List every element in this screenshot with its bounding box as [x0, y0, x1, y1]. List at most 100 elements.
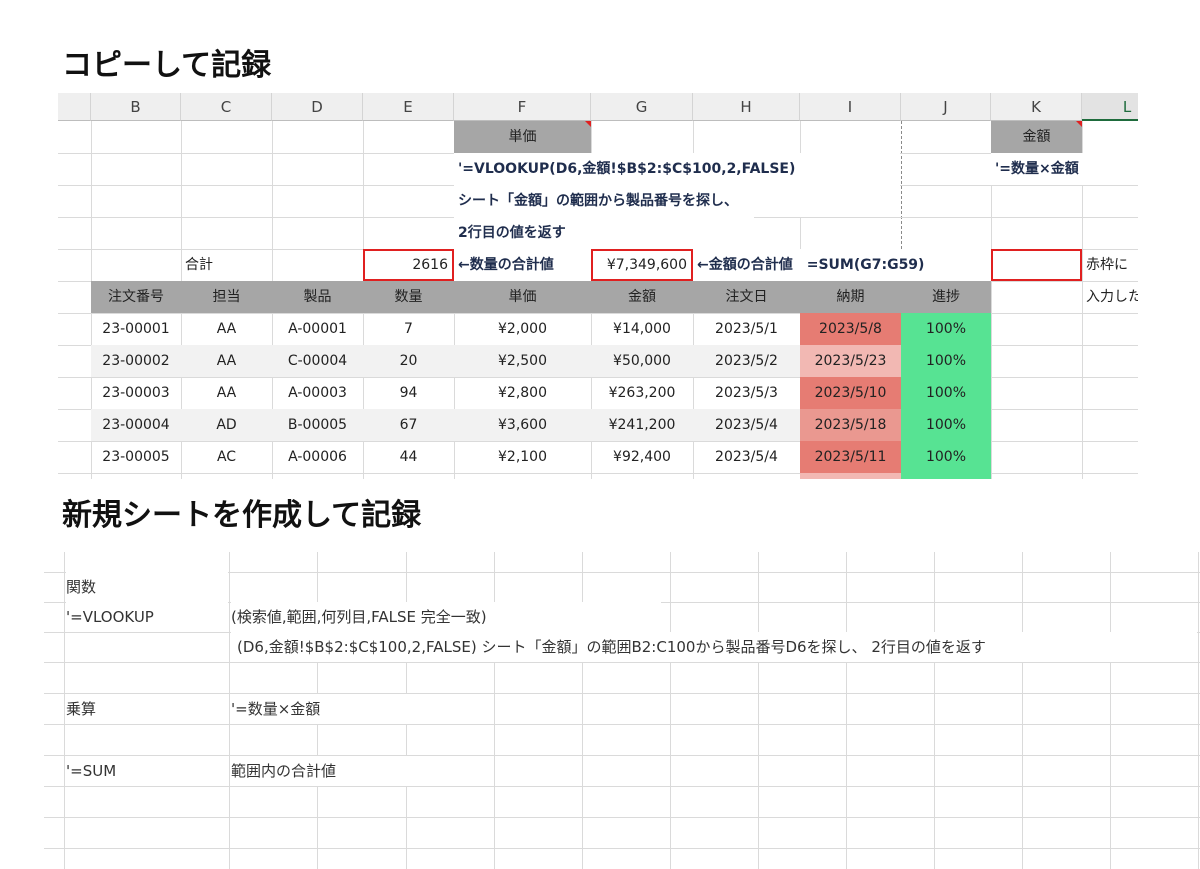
progress-cell[interactable]: 100% — [901, 345, 991, 377]
table-cell[interactable]: ¥2,100 — [454, 441, 591, 473]
gridline — [44, 724, 1200, 725]
table-cell[interactable]: 23-00001 — [91, 313, 181, 345]
gridline — [1110, 552, 1111, 869]
table-cell[interactable]: ¥2,000 — [454, 313, 591, 345]
table-cell[interactable]: 2023/5/2 — [693, 345, 800, 377]
cell-qty-note[interactable]: ←数量の合計値 — [454, 249, 591, 281]
cell-explain-line2[interactable]: 2行目の値を返す — [454, 217, 754, 249]
table-cell[interactable]: ¥50,000 — [591, 345, 693, 377]
th-amount[interactable]: 金額 — [591, 281, 693, 313]
table-cell[interactable]: AD — [181, 409, 272, 441]
th-order-date[interactable]: 注文日 — [693, 281, 800, 313]
col-header-g[interactable]: G — [591, 93, 693, 121]
cell-multiply-label[interactable]: 乗算 — [66, 694, 228, 724]
progress-cell-partial — [901, 473, 991, 479]
table-cell[interactable]: 2023/5/3 — [693, 377, 800, 409]
cell-vlookup-name[interactable]: '=VLOOKUP — [66, 602, 228, 632]
table-cell[interactable]: ¥241,200 — [591, 409, 693, 441]
table-cell[interactable]: 23-00003 — [91, 377, 181, 409]
th-unit-price[interactable]: 単価 — [454, 281, 591, 313]
table-cell[interactable]: AA — [181, 345, 272, 377]
progress-cell[interactable]: 100% — [901, 441, 991, 473]
table-cell[interactable]: ¥3,600 — [454, 409, 591, 441]
col-header-b[interactable]: B — [91, 93, 181, 121]
table-cell[interactable]: 67 — [363, 409, 454, 441]
table-cell[interactable]: 2023/5/4 — [693, 441, 800, 473]
table-cell[interactable]: ¥92,400 — [591, 441, 693, 473]
table-cell[interactable]: C-00004 — [272, 345, 363, 377]
progress-cell[interactable]: 100% — [901, 377, 991, 409]
col-header-h[interactable]: H — [693, 93, 800, 121]
col-header-j[interactable]: J — [901, 93, 991, 121]
heading-copy-record: コピーして記録 — [62, 48, 272, 83]
cell-qty-total[interactable]: 2616 — [363, 249, 454, 281]
cell-empty-red-frame[interactable] — [991, 249, 1082, 281]
table-cell[interactable]: 23-00005 — [91, 441, 181, 473]
table-cell[interactable]: 2023/5/4 — [693, 409, 800, 441]
cell-sum-desc[interactable]: 範囲内の合計値 — [231, 756, 491, 786]
table-cell[interactable]: 7 — [363, 313, 454, 345]
table-cell[interactable]: AA — [181, 377, 272, 409]
cell-multiply-formula[interactable]: '=数量×金額 — [231, 694, 491, 724]
table-cell[interactable]: 94 — [363, 377, 454, 409]
table-cell[interactable]: AC — [181, 441, 272, 473]
cell-amount-header[interactable]: 金額 — [991, 121, 1082, 153]
comment-marker-icon — [1076, 121, 1082, 127]
cell-red-frame-note[interactable]: 赤枠に — [1082, 249, 1138, 281]
col-header-l[interactable]: L — [1082, 93, 1138, 121]
gridline — [494, 552, 495, 869]
table-cell[interactable]: ¥263,200 — [591, 377, 693, 409]
table-cell[interactable]: 44 — [363, 441, 454, 473]
cell-total-label[interactable]: 合計 — [181, 249, 272, 281]
col-header-i[interactable]: I — [800, 93, 901, 121]
col-header-c[interactable]: C — [181, 93, 272, 121]
table-cell[interactable]: 20 — [363, 345, 454, 377]
table-cell[interactable]: 23-00002 — [91, 345, 181, 377]
th-due-date[interactable]: 納期 — [800, 281, 901, 313]
col-header-k[interactable]: K — [991, 93, 1082, 121]
cell-amount-total[interactable]: ¥7,349,600 — [591, 249, 693, 281]
th-progress[interactable]: 進捗 — [901, 281, 991, 313]
cell-unit-price-header[interactable]: 単価 — [454, 121, 591, 153]
table-cell[interactable]: 23-00004 — [91, 409, 181, 441]
th-quantity[interactable]: 数量 — [363, 281, 454, 313]
table-cell[interactable]: 2023/5/1 — [693, 313, 800, 345]
due-date-cell[interactable]: 2023/5/11 — [800, 441, 901, 473]
col-header-d[interactable]: D — [272, 93, 363, 121]
table-cell[interactable]: ¥2,500 — [454, 345, 591, 377]
cell-input-note[interactable]: 入力した — [1082, 281, 1138, 313]
due-date-cell[interactable]: 2023/5/10 — [800, 377, 901, 409]
gridline — [758, 552, 759, 869]
col-header-f[interactable]: F — [454, 93, 591, 121]
table-cell[interactable]: A-00006 — [272, 441, 363, 473]
th-order-no[interactable]: 注文番号 — [91, 281, 181, 313]
progress-cell[interactable]: 100% — [901, 409, 991, 441]
cell-explain-line1[interactable]: シート「金額」の範囲から製品番号を探し、 — [454, 185, 900, 217]
th-product[interactable]: 製品 — [272, 281, 363, 313]
due-date-cell[interactable]: 2023/5/8 — [800, 313, 901, 345]
col-header-e[interactable]: E — [363, 93, 454, 121]
cell-vlookup-formula[interactable]: '=VLOOKUP(D6,金額!$B$2:$C$100,2,FALSE) — [454, 153, 900, 185]
gridline — [934, 552, 935, 869]
spreadsheet-new-sheet[interactable]: 関数 '=VLOOKUP (検索値,範囲,何列目,FALSE 完全一致) (D6… — [44, 552, 1200, 869]
table-cell[interactable]: B-00005 — [272, 409, 363, 441]
gridline — [44, 662, 1200, 663]
cell-sum-name[interactable]: '=SUM — [66, 756, 228, 786]
cell-amount-note[interactable]: ←金額の合計値 =SUM(G7:G59) — [693, 249, 991, 281]
th-staff[interactable]: 担当 — [181, 281, 272, 313]
cell-function-label[interactable]: 関数 — [66, 572, 228, 602]
due-date-cell[interactable]: 2023/5/18 — [800, 409, 901, 441]
table-cell[interactable]: ¥14,000 — [591, 313, 693, 345]
progress-cell[interactable]: 100% — [901, 313, 991, 345]
table-cell[interactable]: A-00003 — [272, 377, 363, 409]
due-date-cell[interactable]: 2023/5/23 — [800, 345, 901, 377]
spreadsheet-copy[interactable]: B C D E F G H I J K L 単価 金額 '=VLOOKUP(D6… — [58, 93, 1138, 479]
gridline — [670, 552, 671, 869]
table-cell[interactable]: AA — [181, 313, 272, 345]
cell-vlookup-example[interactable]: (D6,金額!$B$2:$C$100,2,FALSE) シート「金額」の範囲B2… — [231, 632, 1197, 662]
cell-multiply-formula[interactable]: '=数量×金額 — [991, 153, 1138, 185]
cell-vlookup-args[interactable]: (検索値,範囲,何列目,FALSE 完全一致) — [231, 602, 661, 632]
table-cell[interactable]: A-00001 — [272, 313, 363, 345]
table-cell[interactable]: ¥2,800 — [454, 377, 591, 409]
gridline — [846, 552, 847, 869]
